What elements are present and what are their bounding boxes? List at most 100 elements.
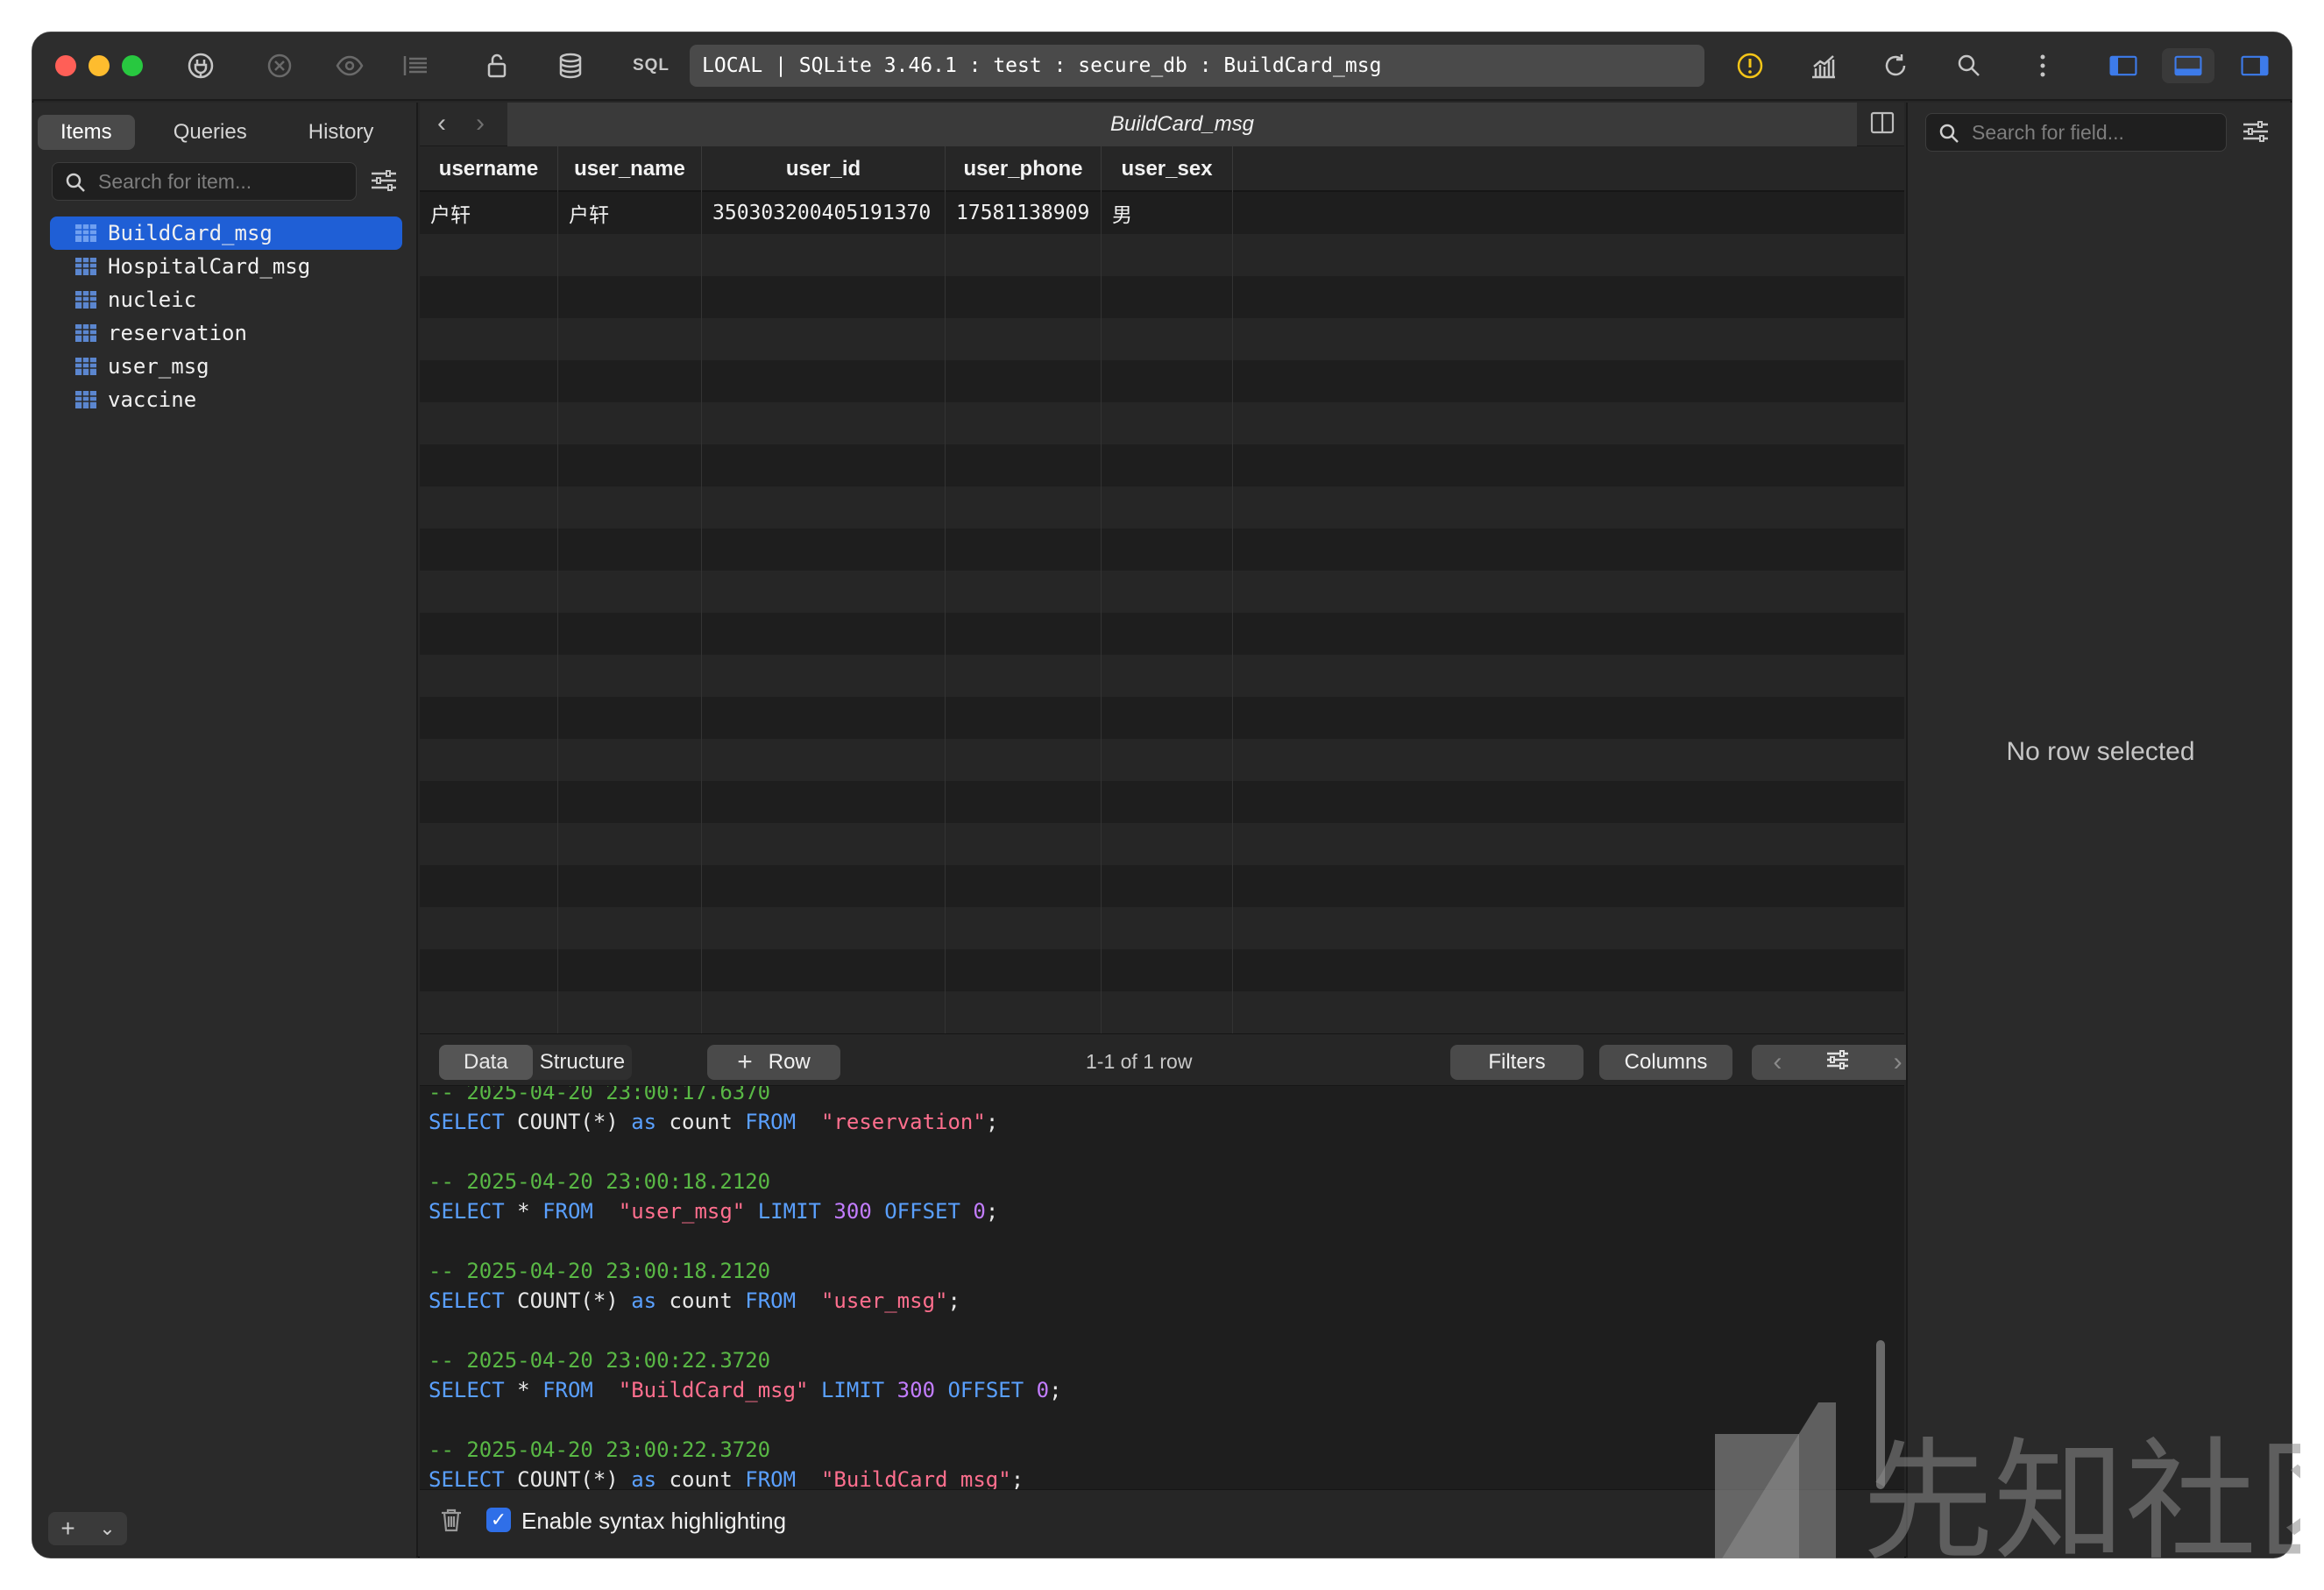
table-cell[interactable] [558,486,702,529]
field-filter-icon[interactable] [2241,117,2271,151]
table-cell[interactable] [420,739,558,781]
tab-buildcard-msg[interactable]: BuildCard_msg [507,103,1857,146]
table-cell[interactable] [702,234,946,276]
table-cell[interactable] [558,234,702,276]
filter-settings-icon[interactable] [369,166,399,200]
table-cell[interactable] [558,697,702,739]
table-row[interactable] [420,444,1904,486]
sidebar-item-user-msg[interactable]: user_msg [50,350,402,383]
table-cell[interactable] [420,949,558,991]
tab-history[interactable]: History [286,115,397,150]
table-cell[interactable] [558,781,702,823]
table-cell[interactable] [702,739,946,781]
table-cell[interactable] [558,907,702,949]
table-cell[interactable] [420,991,558,1033]
table-row[interactable] [420,486,1904,529]
data-view-button[interactable]: Data [439,1045,533,1080]
trash-icon[interactable] [437,1506,465,1538]
table-cell[interactable] [1102,402,1233,444]
minimize-window-button[interactable] [89,55,110,76]
table-cell[interactable] [1102,613,1233,655]
table-cell[interactable] [420,234,558,276]
tab-items[interactable]: Items [38,115,135,150]
table-cell[interactable] [420,697,558,739]
table-cell[interactable] [558,444,702,486]
table-cell[interactable] [1102,907,1233,949]
close-window-button[interactable] [55,55,76,76]
field-search-input[interactable]: Search for field... [1925,113,2227,152]
table-cell[interactable] [946,360,1102,402]
plus-icon[interactable]: + [48,1515,88,1543]
table-cell[interactable]: 户轩 [420,192,558,234]
table-row[interactable] [420,823,1904,865]
table-cell[interactable] [420,613,558,655]
table-cell[interactable] [946,571,1102,613]
tab-queries[interactable]: Queries [135,115,286,150]
table-cell[interactable] [558,865,702,907]
table-cell[interactable] [420,571,558,613]
table-row[interactable] [420,949,1904,991]
table-cell[interactable] [702,276,946,318]
table-cell[interactable] [1102,571,1233,613]
table-cell[interactable]: 户轩 [558,192,702,234]
table-row[interactable] [420,991,1904,1033]
page-settings-icon[interactable] [1824,1047,1851,1079]
table-cell[interactable] [558,276,702,318]
table-row[interactable] [420,276,1904,318]
table-cell[interactable] [702,486,946,529]
table-cell[interactable] [1102,360,1233,402]
table-cell[interactable] [558,613,702,655]
table-cell[interactable] [420,781,558,823]
table-cell[interactable] [558,991,702,1033]
table-cell[interactable] [702,402,946,444]
table-cell[interactable] [946,276,1102,318]
sidebar-item-reservation[interactable]: reservation [50,316,402,350]
table-cell[interactable] [558,739,702,781]
query-log[interactable]: -- 2025-04-20 23:00:17.6370 SELECT COUNT(… [420,1086,1904,1489]
warning-icon[interactable] [1732,48,1768,83]
column-header[interactable]: user_id [702,146,946,192]
table-cell[interactable] [946,949,1102,991]
next-page-icon[interactable]: › [1894,1047,1902,1077]
table-row[interactable] [420,360,1904,402]
table-cell[interactable] [946,444,1102,486]
database-icon[interactable] [553,48,588,83]
table-cell[interactable] [702,991,946,1033]
table-row[interactable] [420,697,1904,739]
sidebar-item-hospitalcard-msg[interactable]: HospitalCard_msg [50,250,402,283]
table-row[interactable] [420,318,1904,360]
table-cell[interactable] [558,655,702,697]
table-row[interactable] [420,655,1904,697]
eye-icon[interactable] [332,48,367,83]
table-cell[interactable]: 17581138909 [946,192,1102,234]
table-row[interactable] [420,571,1904,613]
plug-icon[interactable] [183,48,218,83]
table-row[interactable] [420,739,1904,781]
table-row[interactable] [420,907,1904,949]
disconnect-icon[interactable] [262,48,297,83]
table-cell[interactable] [702,571,946,613]
table-cell[interactable] [702,823,946,865]
sql-button[interactable]: SQL [625,48,677,83]
table-cell[interactable]: 男 [1102,192,1233,234]
table-cell[interactable] [946,613,1102,655]
table-row[interactable]: 户轩 户轩 350303200405191370 17581138909 男 [420,192,1904,234]
table-cell[interactable] [702,781,946,823]
sidebar-item-buildcard-msg[interactable]: BuildCard_msg [50,216,402,250]
refresh-icon[interactable] [1878,48,1913,83]
more-options-icon[interactable] [2025,48,2060,83]
table-cell[interactable] [1102,781,1233,823]
table-cell[interactable] [702,360,946,402]
table-cell[interactable] [420,318,558,360]
table-row[interactable] [420,402,1904,444]
table-row[interactable] [420,529,1904,571]
table-cell[interactable] [420,907,558,949]
table-cell[interactable] [1102,234,1233,276]
table-cell[interactable] [702,613,946,655]
table-row[interactable] [420,613,1904,655]
table-cell[interactable] [1102,865,1233,907]
columns-button[interactable]: Columns [1599,1045,1732,1080]
activity-chart-icon[interactable] [1806,48,1841,83]
table-cell[interactable] [558,571,702,613]
table-cell[interactable] [420,486,558,529]
